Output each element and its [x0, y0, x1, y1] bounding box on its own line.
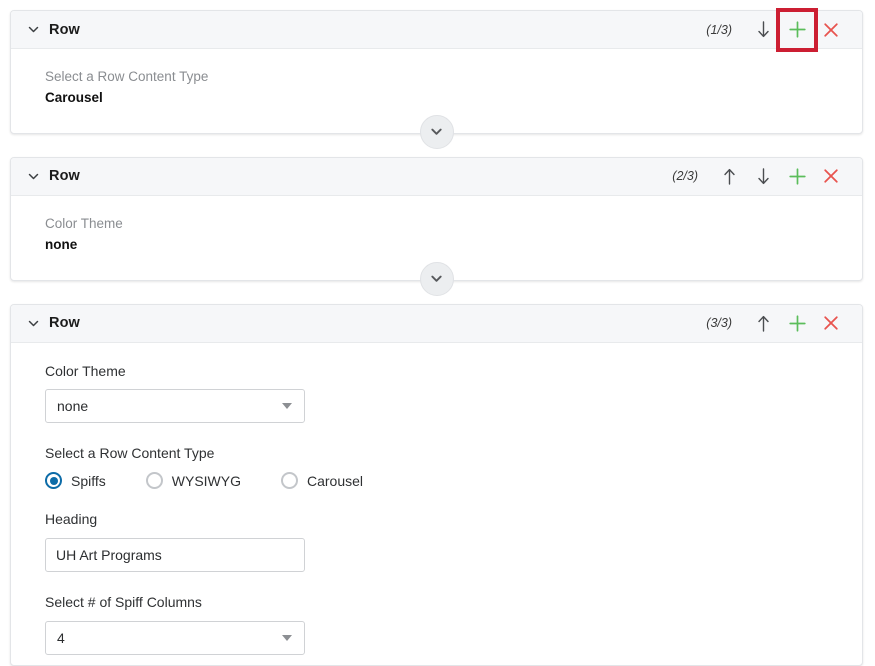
row-panel-1: Row (1/3) Select a Row Content Type Caro…: [10, 7, 863, 149]
delete-row-button[interactable]: [814, 159, 848, 193]
spiff-columns-field: Select # of Spiff Columns 4: [45, 594, 862, 655]
spiff-columns-value: 4: [57, 629, 65, 646]
spiff-columns-label: Select # of Spiff Columns: [45, 594, 202, 611]
chevron-down-icon: [282, 403, 292, 410]
row-panel-2-title: Row: [49, 168, 80, 185]
row-panel-3-title: Row: [49, 315, 80, 332]
radio-label-spiffs: Spiffs: [71, 472, 106, 489]
heading-field: Heading: [45, 511, 862, 573]
chevron-down-icon[interactable]: [27, 23, 40, 36]
radio-label-carousel: Carousel: [307, 472, 364, 489]
row-panel-2-actions: (2/3): [672, 159, 848, 193]
delete-row-button[interactable]: [814, 13, 848, 47]
content-type-label: Select a Row Content Type: [45, 445, 215, 462]
row-panel-1-summary-value: Carousel: [45, 89, 103, 105]
content-type-field: Select a Row Content Type Spiffs WYSIWYG…: [45, 445, 862, 490]
radio-indicator-carousel[interactable]: [281, 472, 298, 490]
row-panel-1-title: Row: [49, 21, 80, 38]
move-row-down-button[interactable]: [746, 13, 780, 47]
row-panel-1-summary-label: Select a Row Content Type: [45, 69, 209, 84]
chevron-down-icon[interactable]: [27, 317, 40, 330]
heading-label: Heading: [45, 511, 98, 528]
delete-row-button[interactable]: [814, 306, 848, 340]
row-panel-2: Row (2/3) Color Theme none: [10, 156, 863, 296]
expand-row-1-button[interactable]: [419, 114, 454, 149]
row-panel-3-form: Color Theme none Select a Row Content Ty…: [11, 342, 862, 665]
add-row-button[interactable]: [780, 159, 814, 193]
add-row-button[interactable]: [776, 7, 818, 52]
row-panel-2-header-left: Row: [27, 168, 672, 184]
row-panel-1-actions: (1/3): [706, 7, 848, 52]
add-row-button[interactable]: [780, 306, 814, 340]
radio-option-carousel[interactable]: Carousel: [281, 472, 364, 490]
chevron-down-icon[interactable]: [27, 170, 40, 183]
content-type-radio-group: Spiffs WYSIWYG Carousel: [45, 472, 862, 490]
row-panel-1-counter: (1/3): [706, 22, 732, 37]
radio-option-spiffs[interactable]: Spiffs: [45, 472, 106, 490]
radio-option-wysiwyg[interactable]: WYSIWYG: [145, 472, 241, 490]
row-panel-3-header: Row (3/3): [11, 304, 862, 343]
radio-label-wysiwyg: WYSIWYG: [171, 472, 241, 489]
row-panel-3-counter: (3/3): [706, 316, 732, 331]
row-panel-1-header-left: Row: [27, 22, 706, 38]
move-row-down-button[interactable]: [746, 159, 780, 193]
move-row-up-button[interactable]: [746, 306, 780, 340]
row-builder-canvas: Row (1/3) Select a Row Content Type Caro…: [0, 0, 875, 666]
row-panel-1-header: Row (1/3): [11, 7, 862, 52]
row-panel-2-summary-value: none: [45, 236, 78, 252]
row-panel-3: Row (3/3) Color Theme none Select a Row …: [10, 303, 863, 666]
color-theme-select[interactable]: none: [45, 389, 305, 424]
radio-indicator-wysiwyg[interactable]: [145, 472, 163, 490]
row-panel-2-counter: (2/3): [672, 169, 698, 184]
row-panel-2-header: Row (2/3): [11, 157, 862, 196]
row-panel-2-summary-label: Color Theme: [45, 215, 123, 231]
radio-indicator-spiffs[interactable]: [45, 472, 62, 490]
spiff-columns-select[interactable]: 4: [45, 620, 305, 655]
move-row-up-button[interactable]: [712, 159, 746, 193]
color-theme-field: Color Theme none: [45, 363, 862, 424]
color-theme-label: Color Theme: [45, 362, 126, 379]
color-theme-value: none: [57, 398, 89, 415]
row-panel-3-header-left: Row: [27, 315, 706, 331]
row-panel-3-actions: (3/3): [706, 306, 848, 340]
expand-row-2-button[interactable]: [419, 261, 454, 296]
chevron-down-icon: [282, 634, 292, 641]
heading-input[interactable]: [45, 538, 305, 573]
